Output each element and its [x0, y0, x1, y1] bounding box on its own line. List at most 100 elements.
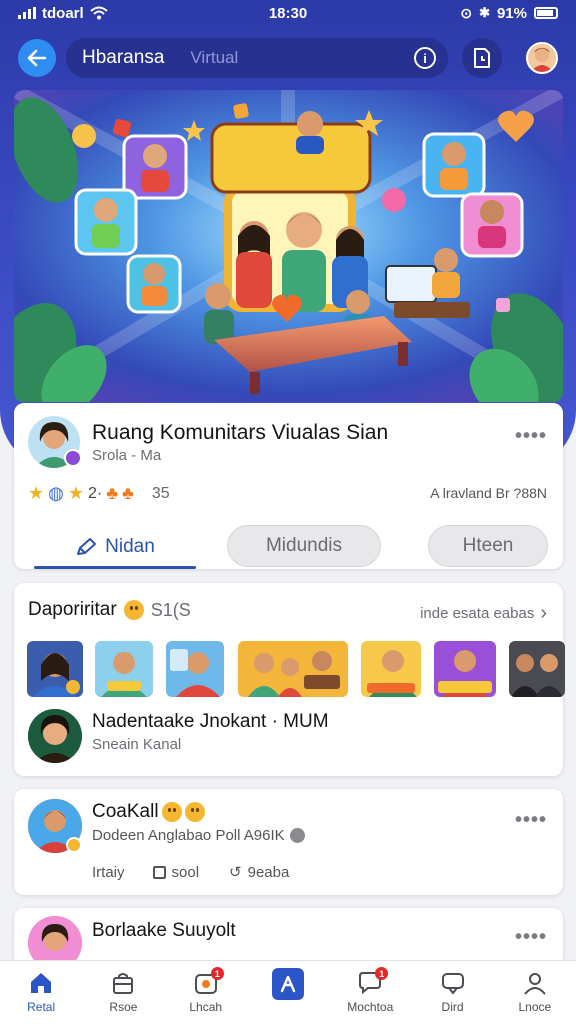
- globe-icon: ◍: [48, 483, 64, 503]
- nav-camera-label: Lhcah: [189, 1000, 223, 1014]
- thumbnail-7[interactable]: [509, 641, 565, 697]
- square-icon: [152, 865, 166, 879]
- nav-chat-label: Mochtoa: [347, 1000, 394, 1014]
- meta-numbers: 2·: [88, 484, 103, 502]
- nav-messages-label: Dird: [441, 1000, 464, 1014]
- save-label: sool: [171, 863, 200, 881]
- search-hint: Virtual: [190, 48, 239, 67]
- user-avatar[interactable]: [526, 42, 558, 74]
- smile-emoji-icon: [184, 802, 205, 822]
- comment-label: 9eaba: [247, 863, 290, 881]
- star-icon: ★: [67, 483, 84, 503]
- signal-icon: [18, 7, 36, 19]
- nav-camera[interactable]: 1 Lhcah: [165, 961, 247, 1024]
- featured-subtitle: Sneain Kanal: [92, 736, 182, 753]
- thumbnail-1[interactable]: [27, 641, 83, 697]
- wifi-icon: [90, 6, 108, 20]
- clock: 18:30: [268, 4, 308, 22]
- post-text: Dodeen Anglabao Poll A96IK: [92, 827, 305, 844]
- status-bar: tdoarl 18:30 ⊙ ✱ 91%: [0, 0, 576, 26]
- post-text-label: Dodeen Anglabao Poll A96IK: [92, 827, 285, 844]
- community-name: Ruang Komunitars Viualas Sian: [92, 421, 389, 444]
- like-label: Irtaiy: [92, 863, 125, 881]
- comment-icon: ↺: [229, 864, 242, 881]
- post-card[interactable]: CoaKall Dodeen Anglabao Poll A96IK •••• …: [14, 789, 563, 895]
- center-app-icon: [271, 968, 304, 1000]
- post-actions: Irtaiy sool ↺ 9eaba: [92, 863, 290, 882]
- save-action[interactable]: sool: [152, 863, 200, 881]
- like-action[interactable]: Irtaiy: [92, 864, 125, 881]
- chevron-right-icon: ›: [540, 602, 547, 624]
- meta-count: 35: [151, 484, 170, 502]
- camera-icon: 1: [193, 967, 224, 996]
- search-bar[interactable]: Hbaransa Virtual i: [66, 38, 448, 78]
- flame-icon: ♣: [106, 483, 119, 503]
- hero-banner[interactable]: [14, 90, 563, 402]
- battery-icon: [534, 7, 558, 19]
- bottom-navigation: Retal Rsoe 1 Lhcah 1 Mochtoa Dird Lnoce: [0, 960, 576, 1024]
- pencil-icon: [77, 538, 97, 555]
- tab-midundis[interactable]: Midundis: [227, 525, 381, 567]
- discover-card: Daporiritar S1(S inde esata eabas › Nade…: [14, 583, 565, 776]
- nav-chat[interactable]: 1 Mochtoa: [329, 961, 411, 1024]
- post-author-name-2: Borlaake Suuyolt: [92, 920, 236, 941]
- thumbnail-5[interactable]: [361, 641, 421, 697]
- nav-store[interactable]: Rsoe: [82, 961, 164, 1024]
- verified-badge: [64, 449, 82, 467]
- nav-profile-label: Lnoce: [518, 1000, 552, 1014]
- see-all-link[interactable]: inde esata eabas ›: [420, 602, 547, 625]
- level-badge: [66, 837, 82, 853]
- profile-icon: [524, 973, 546, 995]
- community-card[interactable]: Ruang Komunitars Viualas Sian Srola - Ma…: [14, 403, 563, 569]
- history-button[interactable]: [462, 38, 502, 78]
- chat-icon: 1: [357, 967, 389, 996]
- globe-icon: [289, 828, 305, 843]
- bluetooth-icon: ✱: [479, 5, 490, 20]
- post-card-2[interactable]: Borlaake Suuyolt ••••: [14, 908, 563, 970]
- top-bar: Hbaransa Virtual i: [18, 36, 558, 80]
- featured-title: Nadentaake Jnokant · MUM: [92, 711, 329, 732]
- nav-profile[interactable]: Lnoce: [494, 961, 576, 1024]
- section-count: S1(S: [150, 599, 191, 620]
- notification-badge: 1: [210, 967, 224, 980]
- info-icon[interactable]: i: [414, 47, 436, 69]
- back-button[interactable]: [18, 39, 56, 77]
- arrow-left-icon: [27, 49, 47, 67]
- tab-hteen[interactable]: Hteen: [428, 525, 548, 567]
- carrier-label: tdoarl: [42, 4, 84, 22]
- comment-action[interactable]: ↺ 9eaba: [229, 863, 290, 882]
- section-header: Daporiritar S1(S: [28, 599, 191, 621]
- smile-emoji-icon: [123, 600, 144, 620]
- section-title: Daporiritar: [28, 599, 117, 620]
- smile-emoji-icon: [161, 802, 182, 822]
- document-clock-icon: [474, 48, 490, 68]
- thumbnail-3[interactable]: [166, 641, 224, 697]
- thumbnail-4[interactable]: [238, 641, 348, 697]
- thumbnail-6[interactable]: [434, 641, 496, 697]
- nav-center[interactable]: [247, 961, 329, 1024]
- see-all-label: inde esata eabas: [420, 605, 535, 622]
- community-meta: ★ ◍ ★ 2· ♣ ♣ 35: [28, 483, 170, 504]
- battery-percent: 91%: [496, 4, 527, 22]
- thumbnail-2[interactable]: [95, 641, 153, 697]
- community-tabs: Nidan Midundis Hteen: [14, 525, 563, 569]
- nav-messages[interactable]: Dird: [411, 961, 493, 1024]
- more-options-button[interactable]: ••••: [515, 425, 547, 448]
- hero-illustration: [14, 90, 563, 402]
- community-stats: A lravland Br ?88N: [430, 485, 547, 501]
- flame-icon: ♣: [122, 483, 134, 503]
- star-icon: ★: [28, 483, 45, 503]
- alarm-icon: ⊙: [460, 4, 473, 21]
- nav-home[interactable]: Retal: [0, 961, 82, 1024]
- message-icon: [441, 973, 464, 995]
- post-author: CoaKall: [92, 801, 205, 823]
- nav-home-label: Retal: [27, 1000, 56, 1014]
- nav-store-label: Rsoe: [109, 1000, 138, 1014]
- post-more-button-2[interactable]: ••••: [515, 926, 547, 949]
- bag-icon: [113, 973, 134, 994]
- search-title: Hbaransa: [82, 47, 165, 68]
- post-more-button[interactable]: ••••: [515, 809, 547, 832]
- featured-avatar[interactable]: [28, 709, 82, 763]
- notification-badge: 1: [375, 967, 389, 980]
- tab-nidan[interactable]: Nidan: [34, 525, 196, 569]
